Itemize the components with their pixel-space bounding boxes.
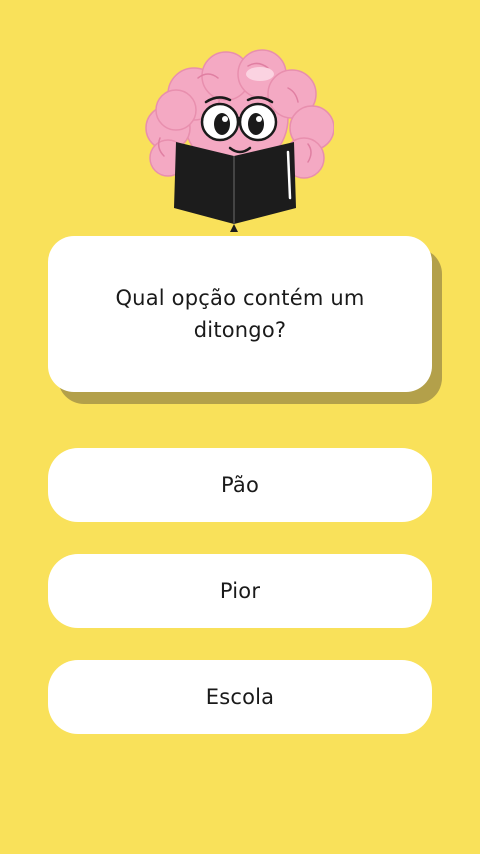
brain-reading-book-icon [145,49,334,232]
question-text: Qual opção contém um ditongo? [115,286,365,342]
answer-option-2[interactable]: Pior [48,554,432,628]
question-card: Qual opção contém um ditongo? [48,236,432,392]
answer-option-3[interactable]: Escola [48,660,432,734]
answer-option-1[interactable]: Pão [48,448,432,522]
answer-label: Escola [205,685,275,709]
answer-label: Pior [219,579,261,603]
answer-label: Pão [220,473,260,497]
